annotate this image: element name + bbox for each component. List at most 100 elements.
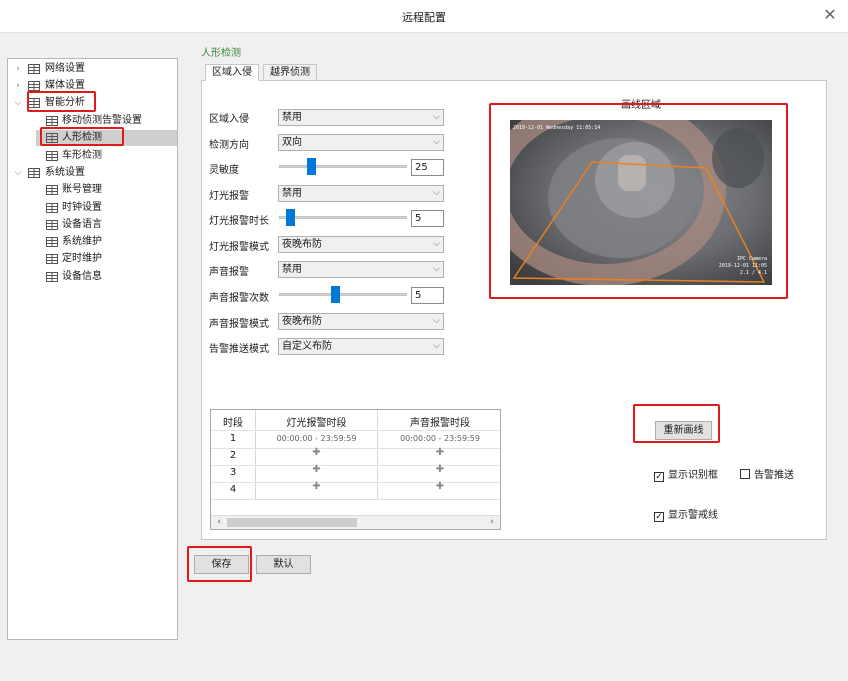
chevron-down-icon: ⌵ — [433, 137, 440, 147]
camera-frame — [510, 120, 772, 285]
tree-item[interactable]: 车形检测 — [36, 148, 177, 164]
push-mode-select[interactable]: 自定义布防 ⌵ — [278, 338, 444, 355]
default-button[interactable]: 默认 — [256, 555, 311, 574]
alarm-push-checkbox[interactable]: 告警推送 — [740, 466, 794, 481]
tab-line-crossing[interactable]: 越界侦测 — [263, 64, 317, 81]
table-scrollbar[interactable]: ‹ › — [211, 515, 500, 529]
chevron-right-icon[interactable]: › — [13, 78, 23, 94]
light-alarm-select[interactable]: 禁用 ⌵ — [278, 185, 444, 202]
settings-tree: › 网络设置 › 媒体设置 ⌵ 智能分析移动侦测告警设置 人形检测车形检测 ⌵ 系统设置账号管理… — [7, 58, 178, 640]
tree-item-label: 设备信息 — [62, 271, 102, 282]
add-light-period-icon[interactable]: ✚ — [256, 481, 377, 492]
tree-item-label: 车形检测 — [62, 150, 102, 161]
tree-item[interactable]: ⌵ 系统设置 — [10, 165, 177, 181]
draw-area-caption: 画线区域 — [621, 100, 661, 111]
sound-alarm-mode-select[interactable]: 夜晚布防 ⌵ — [278, 313, 444, 330]
region-intrusion-label: 区域入侵 — [209, 114, 249, 125]
tree-item-label: 智能分析 — [45, 97, 85, 108]
light-duration-input[interactable]: 5 — [411, 210, 444, 227]
tree-item[interactable]: › 网络设置 — [10, 61, 177, 77]
settings-node-icon — [46, 185, 58, 195]
settings-node-icon — [46, 254, 58, 264]
sound-count-input[interactable]: 5 — [411, 287, 444, 304]
detect-direction-select[interactable]: 双向 ⌵ — [278, 134, 444, 151]
detect-direction-label: 检测方向 — [209, 140, 249, 151]
tree-item-label: 网络设置 — [45, 63, 85, 74]
tree-item-label: 定时维护 — [62, 253, 102, 264]
light-duration-slider-track[interactable] — [279, 216, 407, 219]
save-button[interactable]: 保存 — [194, 555, 249, 574]
tree-item[interactable]: 设备语言 — [36, 217, 177, 233]
tree-item[interactable]: 定时维护 — [36, 251, 177, 267]
scroll-thumb[interactable] — [227, 518, 357, 527]
sound-alarm-count-label: 声音报警次数 — [209, 293, 269, 304]
region-intrusion-select[interactable]: 禁用 ⌵ — [278, 109, 444, 126]
show-alert-line-checkbox[interactable]: ✓ 显示警戒线 — [654, 506, 718, 522]
sensitivity-input[interactable]: 25 — [411, 159, 444, 176]
add-sound-period-icon[interactable]: ✚ — [378, 464, 500, 475]
add-sound-period-icon[interactable]: ✚ — [378, 447, 500, 458]
tree-item-label: 移动侦测告警设置 — [62, 115, 142, 126]
tree-item[interactable]: 设备信息 — [36, 269, 177, 285]
sound-time-range[interactable]: 00:00:00 - 23:59:59 — [378, 434, 500, 443]
scroll-right-icon[interactable]: › — [485, 516, 499, 529]
sound-count-slider-thumb[interactable] — [331, 286, 340, 303]
tree-item[interactable]: 系统维护 — [36, 234, 177, 250]
tree-item[interactable]: › 媒体设置 — [10, 78, 177, 94]
row-index: 1 — [229, 433, 237, 444]
sound-count-slider-track[interactable] — [279, 293, 407, 296]
chevron-down-icon: ⌵ — [433, 316, 440, 326]
tree-item-label: 人形检测 — [62, 132, 102, 143]
settings-node-icon — [46, 133, 58, 143]
title-bar: 远程配置 ✕ — [0, 0, 848, 33]
chevron-down-icon: ⌵ — [433, 341, 440, 351]
tree-item[interactable]: ⌵ 智能分析 — [10, 95, 177, 111]
row-index: 3 — [229, 467, 237, 478]
checkbox-icon: ✓ — [654, 472, 664, 482]
alarm-schedule-table: 时段 灯光报警时段 声音报警时段 1 00:00:00 - 23:59:59 0… — [210, 409, 501, 530]
chevron-down-icon: ⌵ — [433, 188, 440, 198]
add-light-period-icon[interactable]: ✚ — [256, 464, 377, 475]
settings-node-icon — [28, 98, 40, 108]
osd-info-1: IPC Camera — [736, 256, 767, 262]
settings-node-icon — [46, 116, 58, 126]
scroll-left-icon[interactable]: ‹ — [212, 516, 226, 529]
add-light-period-icon[interactable]: ✚ — [256, 447, 377, 458]
tree-item[interactable]: 时钟设置 — [36, 200, 177, 216]
light-alarm-mode-select[interactable]: 夜晚布防 ⌵ — [278, 236, 444, 253]
add-sound-period-icon[interactable]: ✚ — [378, 481, 500, 492]
sound-alarm-mode-label: 声音报警模式 — [209, 319, 269, 330]
video-preview[interactable]: 2019-12-01 Wednesday 11:05:14 IPC Camera… — [510, 120, 772, 285]
show-detect-box-checkbox[interactable]: ✓ 显示识别框 — [654, 466, 718, 482]
tree-item[interactable]: 账号管理 — [36, 182, 177, 198]
header-light-period: 灯光报警时段 — [286, 418, 347, 429]
close-icon[interactable]: ✕ — [820, 5, 840, 25]
redraw-button[interactable]: 重新画线 — [655, 421, 712, 440]
chevron-down-icon[interactable]: ⌵ — [13, 165, 23, 181]
sensitivity-slider-track[interactable] — [279, 165, 407, 168]
tab-region-intrusion[interactable]: 区域入侵 — [205, 64, 259, 81]
osd-info-3: 2.1 / 4.1 — [739, 270, 767, 276]
tree-item[interactable]: 移动侦测告警设置 — [36, 113, 177, 129]
chevron-down-icon: ⌵ — [433, 239, 440, 249]
tree-item[interactable]: 人形检测 — [36, 130, 177, 146]
settings-node-icon — [46, 203, 58, 213]
sound-alarm-label: 声音报警 — [209, 267, 249, 278]
settings-node-icon — [46, 220, 58, 230]
group-title: 人形检测 — [201, 48, 241, 59]
settings-node-icon — [28, 168, 40, 178]
light-time-range[interactable]: 00:00:00 - 23:59:59 — [256, 434, 377, 443]
light-duration-slider-thumb[interactable] — [286, 209, 295, 226]
tree-item-label: 系统设置 — [45, 167, 85, 178]
chevron-down-icon: ⌵ — [433, 264, 440, 274]
chevron-down-icon[interactable]: ⌵ — [13, 95, 23, 111]
push-mode-label: 告警推送模式 — [209, 344, 269, 355]
settings-node-icon — [28, 81, 40, 91]
tree-item-label: 媒体设置 — [45, 80, 85, 91]
sound-alarm-select[interactable]: 禁用 ⌵ — [278, 261, 444, 278]
row-index: 4 — [229, 484, 237, 495]
header-period: 时段 — [223, 418, 243, 429]
chevron-right-icon[interactable]: › — [13, 61, 23, 77]
checkbox-icon: ✓ — [654, 512, 664, 522]
sensitivity-slider-thumb[interactable] — [307, 158, 316, 175]
